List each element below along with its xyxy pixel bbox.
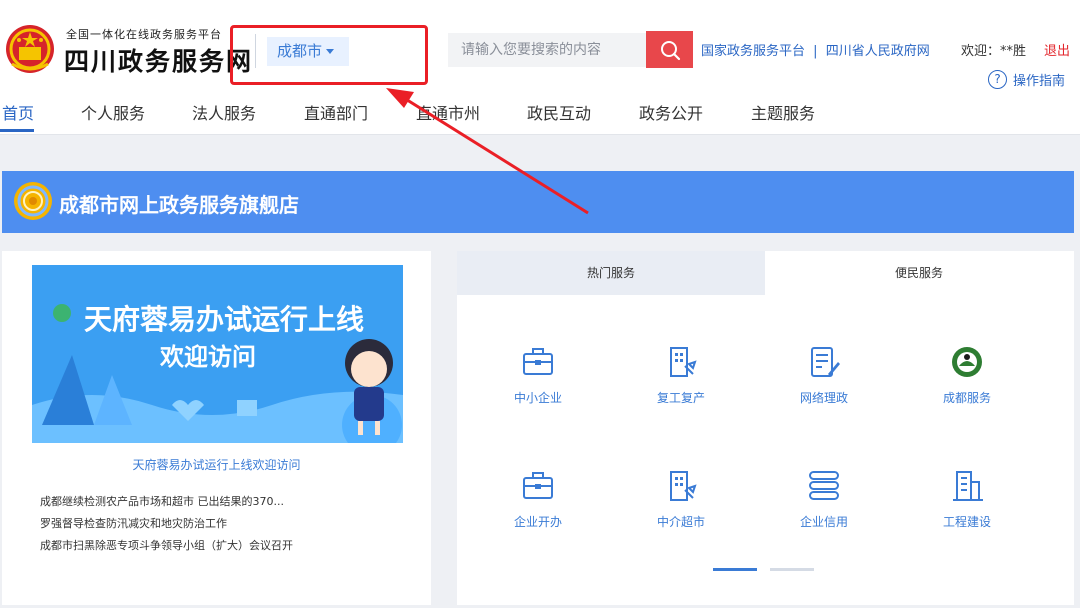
banner-title: 成都市网上政务服务旗舰店 bbox=[59, 193, 299, 217]
service-construction[interactable]: 工程建设 bbox=[917, 468, 1017, 568]
promo-image[interactable]: 天府蓉易办试运行上线 欢迎访问 bbox=[32, 265, 403, 443]
promo-illustration: 天府蓉易办试运行上线 欢迎访问 bbox=[32, 265, 403, 443]
nav-item-interaction[interactable]: 政民互动 bbox=[527, 100, 591, 124]
service-label: 中小企业 bbox=[513, 391, 562, 405]
service-label: 复工复产 bbox=[656, 391, 705, 405]
service-label: 企业开办 bbox=[513, 515, 562, 529]
welcome-user[interactable]: 欢迎：**胜 bbox=[961, 40, 1026, 59]
promo-subline: 欢迎访问 bbox=[159, 343, 256, 371]
service-enterprise-credit[interactable]: 企业信用 bbox=[774, 468, 874, 568]
service-label: 成都服务 bbox=[942, 391, 991, 405]
promo-headline: 天府蓉易办试运行上线 bbox=[84, 303, 364, 336]
annotation-highlight-box bbox=[230, 25, 428, 85]
platform-label: 全国一体化在线政务服务平台 bbox=[66, 28, 222, 41]
building-tools-icon bbox=[670, 347, 697, 377]
site-title[interactable]: 四川政务服务网 bbox=[64, 42, 253, 78]
flagship-banner: 成都市网上政务服务旗舰店 bbox=[2, 171, 1074, 233]
service-label: 中介超市 bbox=[656, 515, 705, 529]
news-item[interactable]: 成都继续检测农产品市场和超市 已出结果的370... bbox=[40, 494, 293, 516]
search-input[interactable] bbox=[448, 33, 646, 67]
service-label: 企业信用 bbox=[799, 515, 848, 529]
guide-label: 操作指南 bbox=[1013, 74, 1066, 89]
link-national-platform[interactable]: 国家政务服务平台 bbox=[701, 44, 805, 59]
building-icon bbox=[953, 471, 983, 501]
national-emblem-icon bbox=[6, 25, 54, 73]
nav-item-departments[interactable]: 直通部门 bbox=[304, 100, 368, 124]
search-button[interactable] bbox=[646, 31, 693, 68]
service-label: 网络理政 bbox=[799, 391, 848, 405]
nav-item-disclosure[interactable]: 政务公开 bbox=[639, 100, 703, 124]
document-pen-icon bbox=[811, 347, 840, 377]
service-chengdu[interactable]: 成都服务 bbox=[917, 344, 1017, 444]
nav-item-legal[interactable]: 法人服务 bbox=[192, 100, 256, 124]
carousel-dot[interactable] bbox=[770, 568, 814, 571]
city-logo-icon bbox=[952, 347, 982, 377]
service-business-setup[interactable]: 企业开办 bbox=[488, 468, 588, 568]
service-online-governance[interactable]: 网络理政 bbox=[774, 344, 874, 444]
services-panel: 热门服务 便民服务 中小企业 复工复产 网络理政 成都服务 企业开办 中介超市 … bbox=[457, 251, 1074, 605]
search-icon bbox=[660, 40, 680, 60]
nav-item-cities[interactable]: 直通市州 bbox=[416, 100, 480, 124]
service-intermediary-market[interactable]: 中介超市 bbox=[631, 468, 731, 568]
database-icon bbox=[809, 471, 839, 500]
service-label: 工程建设 bbox=[942, 515, 991, 529]
nav-item-themes[interactable]: 主题服务 bbox=[751, 100, 815, 124]
header: 全国一体化在线政务服务平台 四川政务服务网 成都市 国家政务服务平台 | 四川省… bbox=[0, 0, 1080, 135]
chengdu-sun-logo-icon bbox=[14, 182, 52, 220]
nav-item-home[interactable]: 首页 bbox=[2, 100, 34, 124]
briefcase-icon bbox=[523, 348, 553, 375]
link-separator: | bbox=[813, 44, 818, 59]
news-list: 成都继续检测农产品市场和超市 已出结果的370... 罗强督导检查防汛减灾和地灾… bbox=[40, 494, 293, 560]
nav-item-personal[interactable]: 个人服务 bbox=[81, 100, 145, 124]
carousel-dot-active[interactable] bbox=[713, 568, 757, 571]
nav-active-indicator bbox=[0, 129, 34, 132]
guide-link[interactable]: ? 操作指南 bbox=[988, 70, 1065, 89]
promo-caption[interactable]: 天府蓉易办试运行上线欢迎访问 bbox=[2, 456, 431, 473]
news-item[interactable]: 罗强督导检查防汛减灾和地灾防治工作 bbox=[40, 516, 293, 538]
service-resumption[interactable]: 复工复产 bbox=[631, 344, 731, 444]
question-icon: ? bbox=[988, 70, 1007, 89]
top-links: 国家政务服务平台 | 四川省人民政府网 bbox=[701, 40, 930, 59]
briefcase-icon bbox=[523, 472, 553, 499]
service-sme[interactable]: 中小企业 bbox=[488, 344, 588, 444]
link-provincial-government[interactable]: 四川省人民政府网 bbox=[826, 44, 930, 59]
news-panel: 天府蓉易办试运行上线 欢迎访问 天府蓉易办试运行上线欢迎访问 成都继续检测农产品… bbox=[2, 251, 431, 605]
tab-convenience-services[interactable]: 便民服务 bbox=[765, 251, 1073, 295]
logout-link[interactable]: 退出 bbox=[1044, 40, 1070, 59]
tab-hot-services[interactable]: 热门服务 bbox=[457, 251, 765, 295]
building-tools-icon bbox=[670, 471, 697, 501]
news-item[interactable]: 成都市扫黑除恶专项斗争领导小组（扩大）会议召开 bbox=[40, 538, 293, 560]
